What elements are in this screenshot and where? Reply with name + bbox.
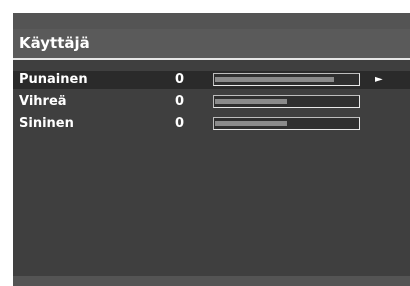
blue-slider[interactable] [213,117,360,130]
osd-menu-screen: Käyttäjä Punainen 0 ► Vihreä 0 Sininen 0 [13,13,410,286]
row-label: Punainen [19,72,88,87]
slider-fill [215,77,334,82]
menu-row-vihrea[interactable]: Vihreä 0 [13,93,410,111]
menu-row-punainen[interactable]: Punainen 0 ► [13,71,410,89]
menu-title: Käyttäjä [19,34,90,52]
menu-row-sininen[interactable]: Sininen 0 [13,115,410,133]
slider-fill [215,99,287,104]
row-label: Sininen [19,116,74,131]
row-label: Vihreä [19,94,67,109]
green-slider[interactable] [213,95,360,108]
top-band [13,13,410,29]
red-slider[interactable] [213,73,360,86]
row-value: 0 [175,72,185,87]
slider-fill [215,121,287,126]
row-value: 0 [175,116,185,131]
row-value: 0 [175,94,185,109]
right-arrow-icon: ► [375,74,383,85]
title-divider [13,58,410,60]
bottom-band [13,276,410,286]
